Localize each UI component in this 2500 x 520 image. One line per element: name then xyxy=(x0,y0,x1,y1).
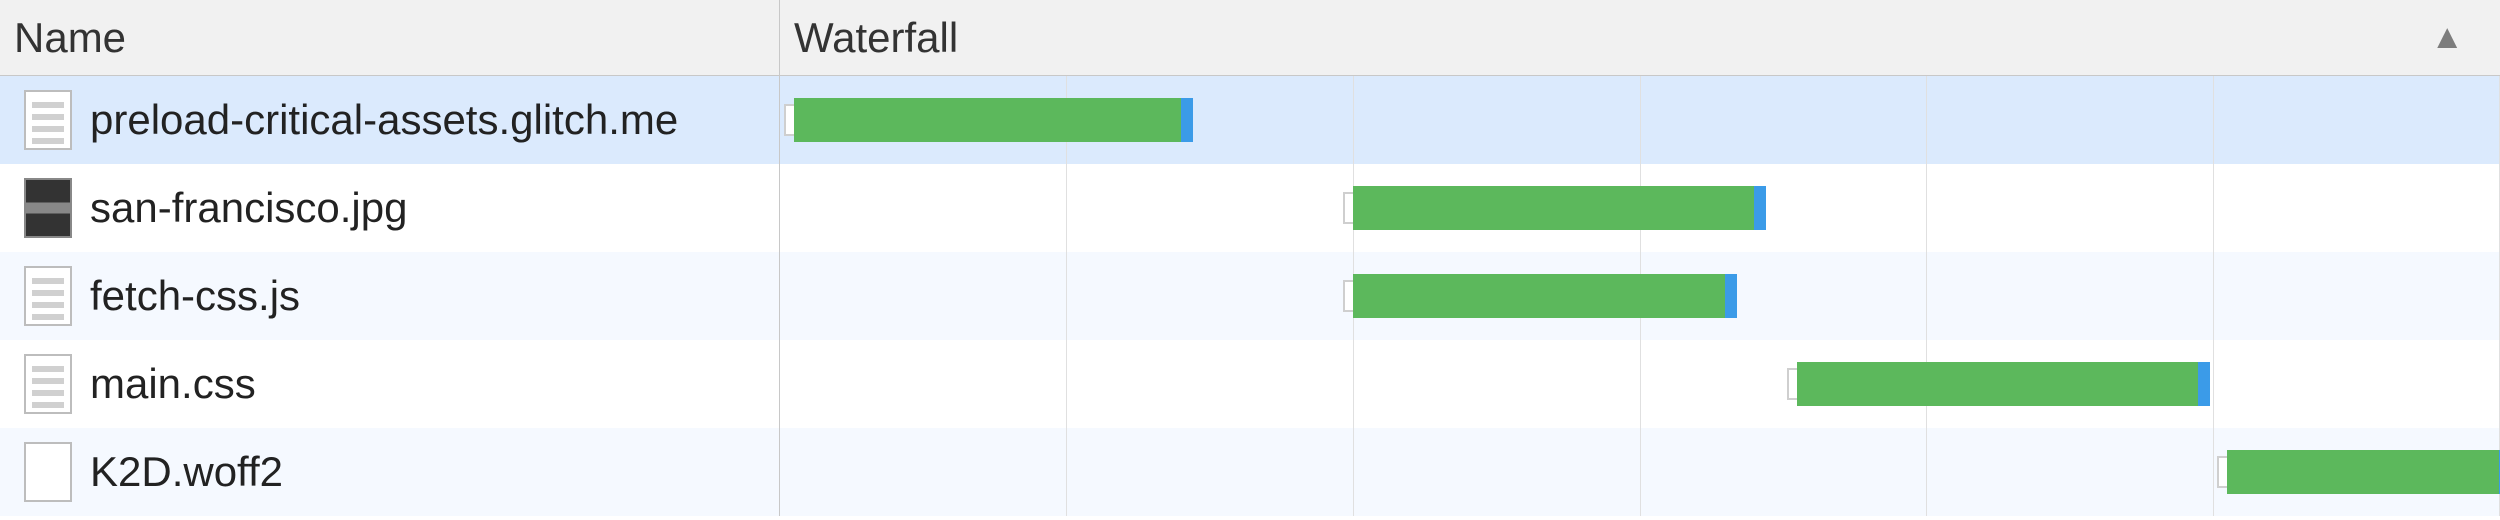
queued-marker xyxy=(784,104,794,136)
queued-marker xyxy=(1343,192,1353,224)
timing-bar[interactable] xyxy=(2227,450,2499,494)
column-header-name[interactable]: Name xyxy=(0,0,780,75)
download-segment xyxy=(2227,450,2499,494)
document-file-icon xyxy=(24,354,72,414)
request-name: preload-critical-assets.glitch.me xyxy=(90,96,678,144)
download-segment xyxy=(1353,186,1754,230)
waterfall-cell[interactable] xyxy=(780,252,2500,340)
table-row[interactable]: main.css xyxy=(0,340,2500,428)
download-segment xyxy=(1353,274,1725,318)
table-row[interactable]: K2D.woff2 xyxy=(0,428,2500,516)
timing-bar[interactable] xyxy=(1353,274,1725,318)
request-name: K2D.woff2 xyxy=(90,448,283,496)
name-cell: preload-critical-assets.glitch.me xyxy=(0,76,780,164)
content-download-tail xyxy=(1181,98,1193,142)
table-row[interactable]: fetch-css.js xyxy=(0,252,2500,340)
table-body: preload-critical-assets.glitch.me san-fra… xyxy=(0,76,2500,516)
waterfall-cell[interactable] xyxy=(780,340,2500,428)
column-header-waterfall-label: Waterfall xyxy=(794,14,958,62)
font-file-icon xyxy=(24,442,72,502)
content-download-tail xyxy=(1754,186,1766,230)
image-file-icon xyxy=(24,178,72,238)
waterfall-cell[interactable] xyxy=(780,76,2500,164)
name-cell: main.css xyxy=(0,340,780,428)
column-header-waterfall[interactable]: Waterfall ▲ xyxy=(780,0,2500,75)
timing-bar[interactable] xyxy=(1353,186,1754,230)
table-row[interactable]: san-francisco.jpg xyxy=(0,164,2500,252)
name-cell: fetch-css.js xyxy=(0,252,780,340)
download-segment xyxy=(1797,362,2198,406)
table-header: Name Waterfall ▲ xyxy=(0,0,2500,76)
download-segment xyxy=(794,98,1181,142)
timing-bar[interactable] xyxy=(794,98,1181,142)
queued-marker xyxy=(1787,368,1797,400)
waterfall-cell[interactable] xyxy=(780,428,2500,516)
column-header-name-label: Name xyxy=(14,14,126,62)
content-download-tail xyxy=(1725,274,1737,318)
name-cell: san-francisco.jpg xyxy=(0,164,780,252)
request-name: san-francisco.jpg xyxy=(90,184,407,232)
timing-bar[interactable] xyxy=(1797,362,2198,406)
content-download-tail xyxy=(2198,362,2210,406)
document-file-icon xyxy=(24,266,72,326)
queued-marker xyxy=(1343,280,1353,312)
request-name: fetch-css.js xyxy=(90,272,300,320)
name-cell: K2D.woff2 xyxy=(0,428,780,516)
network-table: Name Waterfall ▲ preload-critical-assets… xyxy=(0,0,2500,520)
waterfall-cell[interactable] xyxy=(780,164,2500,252)
table-row[interactable]: preload-critical-assets.glitch.me xyxy=(0,76,2500,164)
request-name: main.css xyxy=(90,360,256,408)
sort-ascending-icon: ▲ xyxy=(2430,18,2464,57)
queued-marker xyxy=(2217,456,2227,488)
document-file-icon xyxy=(24,90,72,150)
